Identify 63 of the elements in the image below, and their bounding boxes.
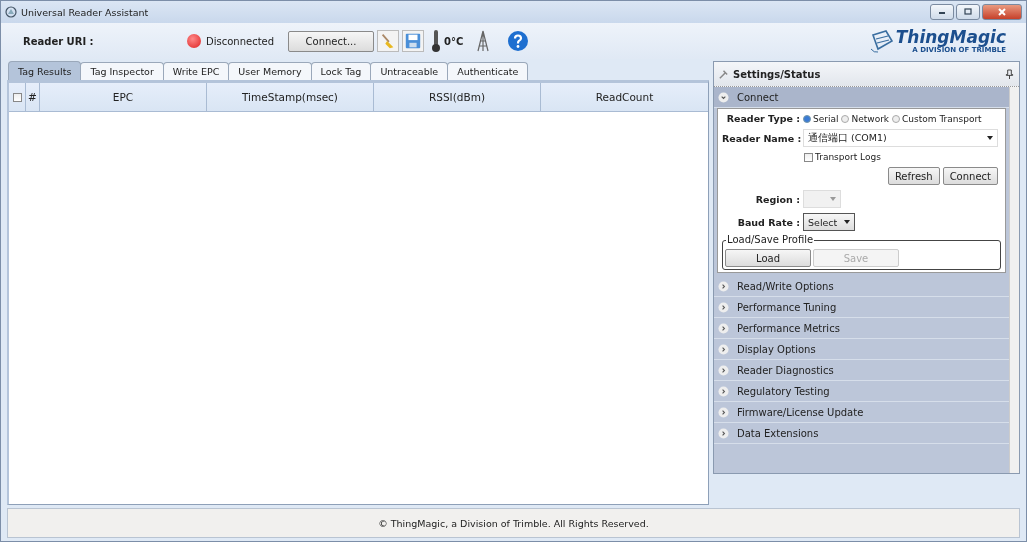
select-all-checkbox[interactable] [12,92,22,102]
minimize-button[interactable] [930,4,954,20]
copyright-text: © ThingMagic, a Division of Trimble. All Rights Reserved. [378,517,649,529]
caret-icon [830,197,836,201]
chevron-icon [718,364,729,376]
group-legend: Load/Save Profile [726,234,815,245]
chevron-icon [718,301,729,313]
chevron-icon [718,343,729,355]
tab[interactable]: Tag Inspector [80,62,164,80]
radio-button[interactable]: Serial [803,113,839,124]
panel-title: Settings/Status [733,68,821,80]
chevron-icon [718,385,729,397]
thermometer-icon [431,29,441,53]
maximize-icon [963,8,973,16]
maximize-button[interactable] [956,4,980,20]
chevron-icon [718,322,729,334]
panel-button[interactable]: Connect [942,167,998,185]
help-icon[interactable] [507,30,530,52]
tools-icon [718,68,729,80]
connect-button[interactable]: Connect... [288,30,374,52]
tab[interactable]: User Memory [228,62,312,80]
field-label: Reader Name : [722,132,800,144]
tab[interactable]: Untraceable [370,62,449,80]
field-label: Region : [754,193,800,205]
section-header[interactable]: Connect [714,87,1009,108]
column-header[interactable]: ReadCount [541,83,708,111]
connection-status: Disconnected [206,35,276,47]
chevron-icon [718,280,729,292]
antenna-tower-icon [475,29,492,53]
scrollbar[interactable] [1009,87,1019,473]
column-header[interactable]: RSSI(dBm) [374,83,541,111]
radio-button[interactable]: Network [841,113,890,124]
close-icon [997,7,1007,17]
caret-icon [844,220,850,224]
tab[interactable]: Tag Results [8,61,82,80]
chevron-icon [718,91,729,103]
radio-button[interactable]: Custom Transport [892,113,982,124]
column-header[interactable]: # [26,83,40,111]
broom-icon[interactable] [377,30,399,52]
baud-rate-dropdown[interactable]: Select [803,213,855,231]
tab[interactable]: Authenticate [447,62,529,80]
chevron-icon [718,406,729,418]
reader-uri-label: Reader URI : [23,35,95,47]
window-title: Universal Reader Assistant [21,6,149,18]
column-header[interactable]: EPC [40,83,207,111]
app-icon [5,6,17,18]
reader-name-dropdown[interactable]: 通信端口 (COM1) [803,129,998,147]
checkbox[interactable]: Transport Logs [804,152,881,162]
panel-button[interactable]: Refresh [887,167,940,185]
chevron-icon [718,427,729,439]
column-header[interactable]: TimeStamp(msec) [207,83,374,111]
field-label: Reader Type : [726,113,800,124]
tab[interactable]: Write EPC [162,62,230,80]
save-icon[interactable] [402,30,424,52]
caret-icon [987,136,993,140]
tab[interactable]: Lock Tag [310,62,372,80]
logo-name: ThingMagic [895,28,1006,46]
minimize-icon [937,9,947,15]
field-label: Baud Rate : [736,216,800,228]
profile-button[interactable]: Load [725,249,811,267]
close-button[interactable] [982,4,1022,20]
temperature-reading: 0°C [444,35,464,47]
pin-icon[interactable] [1004,68,1015,80]
